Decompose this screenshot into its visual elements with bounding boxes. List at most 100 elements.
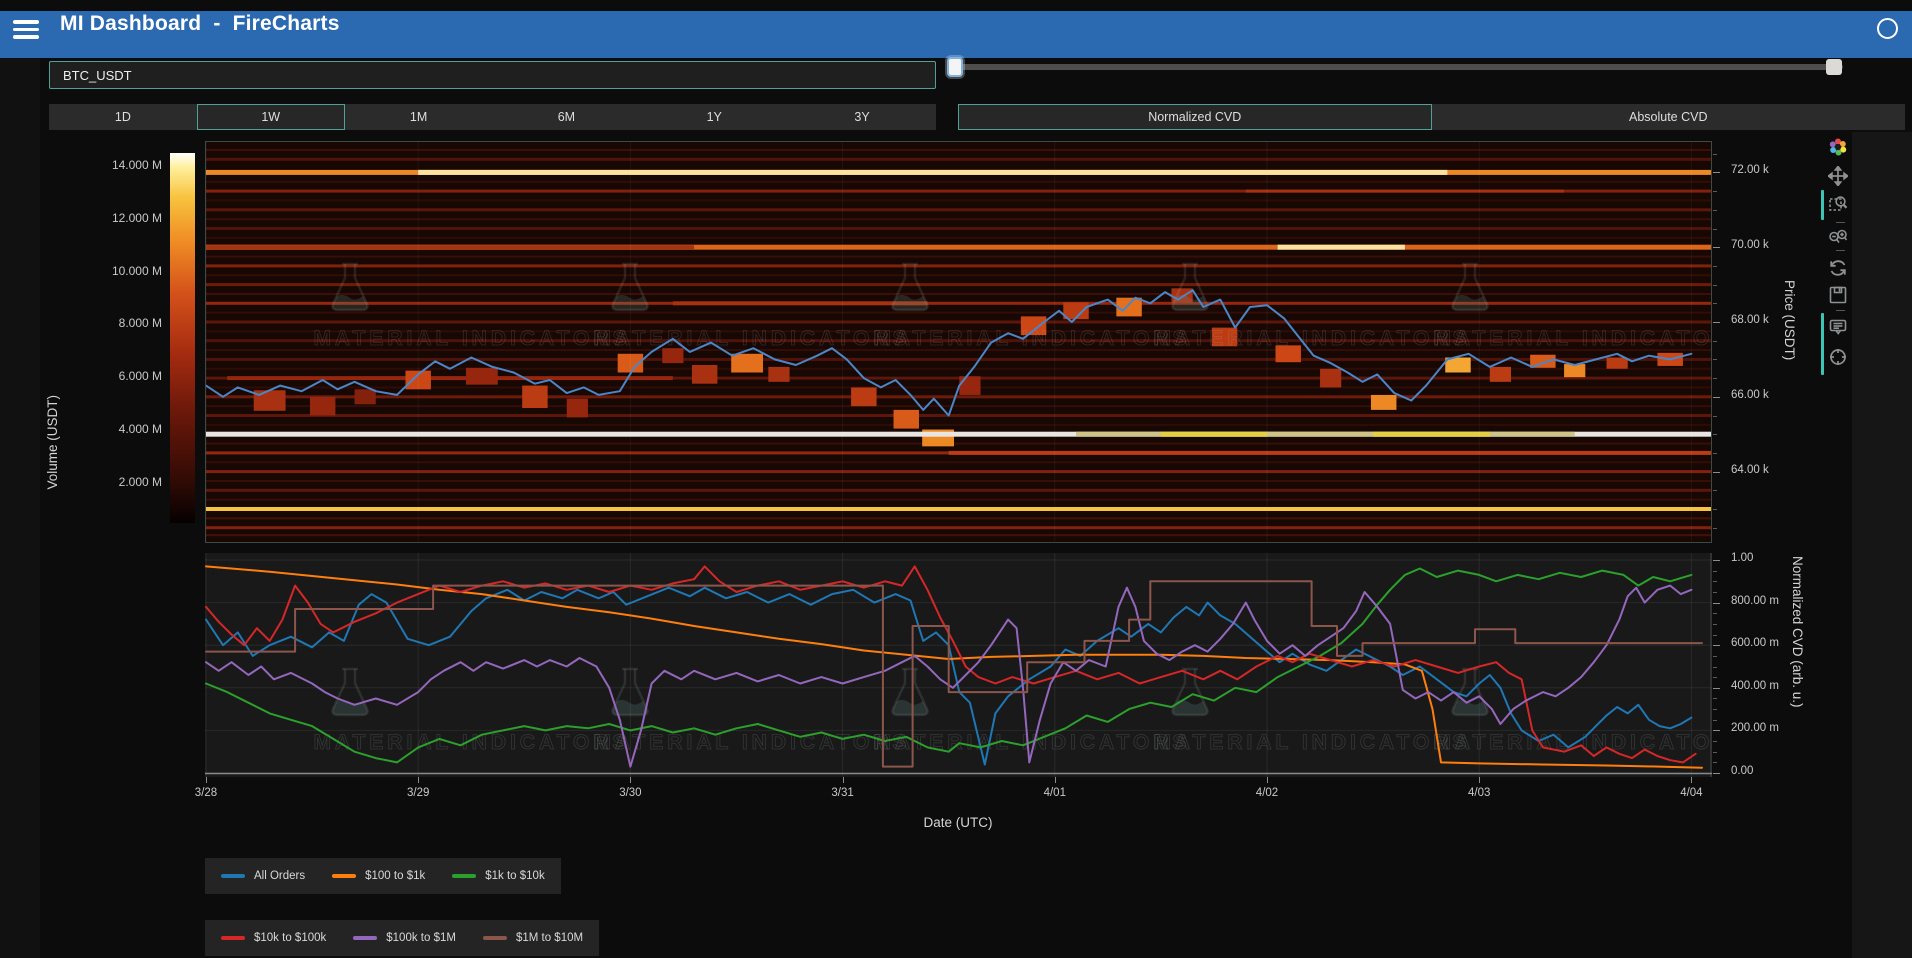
cvd-minor-tick	[1713, 592, 1717, 593]
save-camera-icon[interactable]	[1828, 285, 1848, 305]
colorbar-tick-label: 6.000 M	[90, 369, 162, 383]
cvd-minor-tick	[1713, 581, 1717, 582]
price-tick-label: 66.00 k	[1731, 389, 1769, 401]
cvd-tick	[1713, 730, 1720, 731]
legend-label: $1k to $10k	[485, 870, 544, 882]
legend-swatch	[452, 874, 476, 878]
liquidity-heatmap-chart[interactable]: MATERIAL INDICATORSMATERIAL INDICATORSMA…	[205, 141, 1712, 543]
cvd-tick-label: 0.00	[1731, 765, 1753, 777]
legend-item--1k-to-10k[interactable]: $1k to $10k	[452, 870, 544, 882]
date-range-slider[interactable]	[954, 64, 1843, 70]
timeframe-button-1w[interactable]: 1W	[197, 104, 345, 130]
cvd-tick	[1713, 560, 1720, 561]
cvd-button-absolute-cvd[interactable]: Absolute CVD	[1432, 104, 1906, 130]
date-tick	[1691, 777, 1692, 783]
legend-label: $10k to $100k	[254, 932, 326, 944]
app-window: MI Dashboard - FireCharts 1D1W1M6M1Y3Y N…	[0, 0, 1912, 958]
price-tick	[1713, 247, 1720, 248]
price-tick	[1713, 322, 1720, 323]
price-tick	[1713, 172, 1720, 173]
timeframe-button-6m[interactable]: 6M	[492, 104, 640, 130]
modebar-separator	[1836, 310, 1845, 311]
legend-swatch	[353, 936, 377, 940]
cvd-mode-button-group: Normalized CVDAbsolute CVD	[958, 104, 1905, 130]
price-minor-tick	[1713, 341, 1717, 342]
date-tick	[1055, 777, 1056, 783]
plotly-logo-icon[interactable]	[1828, 137, 1848, 157]
price-minor-tick	[1713, 490, 1717, 491]
cvd-minor-tick	[1713, 571, 1717, 572]
cvd-tick-label: 800.00 m	[1731, 595, 1779, 607]
loading-circle-icon[interactable]	[1877, 18, 1898, 39]
slider-handle-left[interactable]	[947, 57, 963, 77]
date-tick	[843, 777, 844, 783]
legend-item-all-orders[interactable]: All Orders	[221, 870, 305, 882]
modebar-active-indicator	[1821, 313, 1824, 375]
price-minor-tick	[1713, 229, 1717, 230]
menu-icon[interactable]	[13, 16, 39, 42]
legend-row-1: All Orders $100 to $1k $1k to $10k	[205, 858, 561, 894]
cvd-minor-tick	[1713, 624, 1717, 625]
date-tick	[418, 777, 419, 783]
price-minor-tick	[1713, 285, 1717, 286]
hover-tooltip-icon[interactable]	[1828, 317, 1848, 337]
date-tick-label: 3/28	[181, 787, 231, 799]
legend-label: $100k to $1M	[386, 932, 456, 944]
date-tick-label: 4/04	[1666, 787, 1716, 799]
legend-item--100k-to-1m[interactable]: $100k to $1M	[353, 932, 456, 944]
svg-text:MATERIAL INDICATORS: MATERIAL INDICATORS	[1153, 731, 1470, 754]
timeframe-button-1y[interactable]: 1Y	[640, 104, 788, 130]
date-tick-label: 4/02	[1242, 787, 1292, 799]
cvd-minor-tick	[1713, 741, 1717, 742]
cvd-tick	[1713, 645, 1720, 646]
volume-axis-title: Volume (USDT)	[45, 395, 60, 490]
cvd-minor-tick	[1713, 656, 1717, 657]
legend-item--1m-to-10m[interactable]: $1M to $10M	[483, 932, 583, 944]
svg-text:MATERIAL INDICATORS: MATERIAL INDICATORS	[313, 731, 630, 754]
date-tick-label: 3/29	[393, 787, 443, 799]
date-tick-label: 4/01	[1030, 787, 1080, 799]
svg-text:MATERIAL INDICATORS: MATERIAL INDICATORS	[1153, 327, 1470, 350]
reset-axes-icon[interactable]	[1828, 258, 1848, 278]
colorbar-tick-label: 4.000 M	[90, 422, 162, 436]
price-minor-tick	[1713, 191, 1717, 192]
volume-colorbar	[170, 153, 195, 523]
box-zoom-icon[interactable]	[1828, 194, 1848, 214]
date-tick-label: 3/31	[818, 787, 868, 799]
price-tick-label: 68.00 k	[1731, 314, 1769, 326]
price-minor-tick	[1713, 528, 1717, 529]
cvd-button-normalized-cvd[interactable]: Normalized CVD	[958, 104, 1432, 130]
timeframe-button-group: 1D1W1M6M1Y3Y	[49, 104, 936, 130]
cvd-tick-label: 600.00 m	[1731, 637, 1779, 649]
spike-crosshair-icon[interactable]	[1828, 347, 1848, 367]
cvd-minor-tick	[1713, 762, 1717, 763]
cvd-tick-label: 200.00 m	[1731, 722, 1779, 734]
cvd-minor-tick	[1713, 720, 1717, 721]
zoom-in-out-icon[interactable]	[1828, 228, 1848, 248]
price-tick-label: 64.00 k	[1731, 464, 1769, 476]
symbol-input[interactable]	[49, 61, 936, 89]
price-minor-tick	[1713, 453, 1717, 454]
price-minor-tick	[1713, 416, 1717, 417]
date-tick	[630, 777, 631, 783]
timeframe-button-1d[interactable]: 1D	[49, 104, 197, 130]
cvd-tick-label: 400.00 m	[1731, 680, 1779, 692]
price-minor-tick	[1713, 303, 1717, 304]
pan-icon[interactable]	[1828, 166, 1848, 186]
normalized-cvd-chart[interactable]: MATERIAL INDICATORSMATERIAL INDICATORSMA…	[205, 553, 1712, 777]
legend-label: $100 to $1k	[365, 870, 425, 882]
legend-item--100-to-1k[interactable]: $100 to $1k	[332, 870, 425, 882]
svg-text:MATERIAL INDICATORS: MATERIAL INDICATORS	[1433, 327, 1712, 350]
timeframe-button-1m[interactable]: 1M	[345, 104, 493, 130]
legend-swatch	[221, 936, 245, 940]
right-column-background	[1852, 132, 1912, 958]
slider-handle-right[interactable]	[1826, 59, 1842, 75]
svg-text:MATERIAL INDICATORS: MATERIAL INDICATORS	[593, 327, 910, 350]
svg-text:MATERIAL INDICATORS: MATERIAL INDICATORS	[1433, 731, 1712, 754]
legend-item--10k-to-100k[interactable]: $10k to $100k	[221, 932, 326, 944]
modebar-separator	[1836, 250, 1845, 251]
left-rail	[0, 58, 40, 958]
timeframe-button-3y[interactable]: 3Y	[788, 104, 936, 130]
date-tick	[1479, 777, 1480, 783]
svg-text:MATERIAL INDICATORS: MATERIAL INDICATORS	[313, 327, 630, 350]
